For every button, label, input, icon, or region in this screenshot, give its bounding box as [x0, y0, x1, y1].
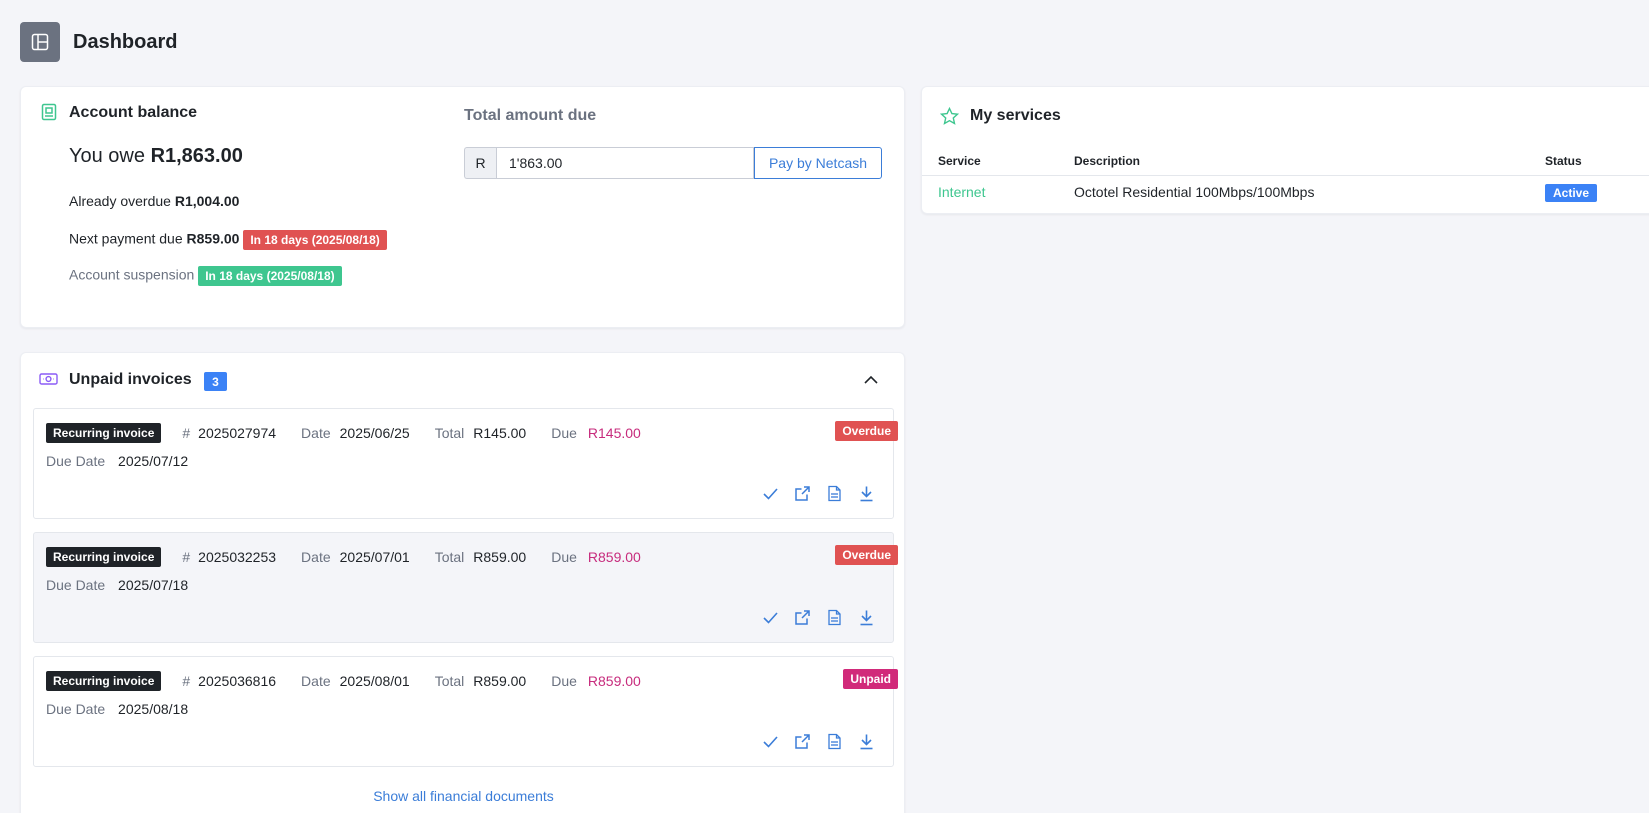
owe-prefix: You owe — [69, 145, 145, 167]
table-row: Internet Octotel Residential 100Mbps/100… — [922, 176, 1649, 208]
invoice-due-date: 2025/08/18 — [118, 701, 189, 717]
account-balance-card: Account balance You owe R1,863.00 Alread… — [20, 86, 905, 328]
total-amount-due-label: Total amount due — [464, 107, 597, 124]
invoice-due-amount: R859.00 — [587, 549, 641, 565]
pdf-icon[interactable] — [826, 485, 843, 502]
money-icon — [39, 372, 58, 391]
suspension-line: Account suspension In 18 days (2025/08/1… — [69, 266, 342, 286]
column-header-service: Service — [938, 154, 981, 168]
amount-owed: You owe R1,863.00 — [69, 145, 243, 168]
invoice-total: R859.00 — [473, 673, 527, 689]
service-status-badge: Active — [1545, 184, 1598, 202]
external-link-icon[interactable] — [794, 485, 811, 502]
external-link-icon[interactable] — [794, 733, 811, 750]
overdue-label: Already overdue — [69, 193, 171, 209]
pdf-icon[interactable] — [826, 609, 843, 626]
currency-prefix: R — [464, 147, 496, 179]
invoice-total-label: Total — [434, 673, 465, 689]
invoice-due-date-label: Due Date — [46, 701, 106, 717]
service-link[interactable]: Internet — [938, 184, 985, 200]
suspension-badge: In 18 days (2025/08/18) — [198, 266, 342, 286]
invoice-due-amount: R145.00 — [587, 425, 641, 441]
invoice-row: Recurring invoice # 2025036816 Date 2025… — [33, 656, 898, 767]
invoice-total-label: Total — [434, 549, 465, 565]
invoice-due-date: 2025/07/18 — [118, 577, 189, 593]
pdf-icon[interactable] — [826, 733, 843, 750]
invoice-count-badge: 3 — [204, 372, 227, 391]
invoice-actions — [762, 485, 875, 502]
invoice-actions — [762, 609, 875, 626]
table-header: Service Description Status — [922, 144, 1649, 176]
next-payment-label: Next payment due — [69, 230, 183, 247]
page-header: Dashboard — [20, 22, 177, 62]
external-link-icon[interactable] — [794, 609, 811, 626]
column-header-description: Description — [1074, 154, 1141, 168]
invoice-total: R859.00 — [473, 549, 527, 565]
service-description: Octotel Residential 100Mbps/100Mbps — [1074, 184, 1315, 200]
download-icon[interactable] — [858, 609, 875, 626]
amount-input[interactable] — [496, 147, 754, 179]
next-payment-line: Next payment due R859.00 In 18 days (202… — [69, 230, 387, 250]
owe-amount: R1,863.00 — [150, 145, 243, 167]
invoice-due-date-label: Due Date — [46, 453, 106, 469]
my-services-title: My services — [970, 107, 1061, 124]
download-icon[interactable] — [858, 733, 875, 750]
next-payment-badge: In 18 days (2025/08/18) — [243, 230, 387, 250]
unpaid-invoices-title: Unpaid invoices — [69, 371, 192, 388]
invoice-type-badge: Recurring invoice — [46, 671, 162, 691]
unpaid-invoices-card: Unpaid invoices 3 Recurring invoice # 20… — [20, 352, 905, 813]
invoice-date: 2025/06/25 — [339, 425, 410, 441]
column-header-status: Status — [1545, 154, 1582, 168]
invoice-number: 2025032253 — [198, 549, 277, 565]
invoice-total: R145.00 — [473, 425, 527, 441]
invoice-date: 2025/07/01 — [339, 549, 410, 565]
invoice-row: Recurring invoice # 2025027974 Date 2025… — [33, 408, 898, 519]
invoice-number-label: # — [182, 673, 191, 689]
invoice-due-label: Due — [551, 673, 577, 689]
invoice-number-label: # — [182, 549, 191, 565]
invoice-status-badge: Overdue — [835, 545, 898, 565]
invoice-date-label: Date — [301, 549, 331, 565]
dashboard-icon — [20, 22, 60, 62]
wallet-icon — [41, 103, 57, 126]
invoice-status-badge: Overdue — [835, 421, 898, 441]
invoice-total-label: Total — [434, 425, 465, 441]
invoice-date-label: Date — [301, 673, 331, 689]
download-icon[interactable] — [858, 485, 875, 502]
show-all-financial-documents-link[interactable]: Show all financial documents — [21, 788, 906, 804]
invoice-due-label: Due — [551, 425, 577, 441]
invoice-date-label: Date — [301, 425, 331, 441]
invoice-due-date-label: Due Date — [46, 577, 106, 593]
invoice-type-badge: Recurring invoice — [46, 547, 162, 567]
overdue-line: Already overdue R1,004.00 — [69, 193, 239, 209]
check-icon[interactable] — [762, 485, 779, 502]
page-title: Dashboard — [73, 30, 178, 53]
pay-by-netcash-button[interactable]: Pay by Netcash — [754, 147, 882, 179]
payment-group: R Pay by Netcash — [464, 147, 882, 179]
star-icon — [939, 106, 960, 130]
check-icon[interactable] — [762, 609, 779, 626]
invoice-number: 2025036816 — [198, 673, 277, 689]
invoice-type-badge: Recurring invoice — [46, 423, 162, 443]
overdue-amount: R1,004.00 — [174, 193, 240, 209]
invoice-actions — [762, 733, 875, 750]
invoice-due-label: Due — [551, 549, 577, 565]
next-payment-amount: R859.00 — [186, 230, 240, 247]
account-balance-title: Account balance — [69, 104, 198, 121]
my-services-card: My services Service Description Status I… — [921, 86, 1649, 214]
services-table: Service Description Status Internet Octo… — [922, 144, 1649, 208]
invoice-due-date: 2025/07/12 — [118, 453, 189, 469]
check-icon[interactable] — [762, 733, 779, 750]
chevron-up-icon[interactable] — [863, 372, 879, 390]
invoice-row: Recurring invoice # 2025032253 Date 2025… — [33, 532, 898, 643]
suspension-label: Account suspension — [69, 266, 195, 283]
invoice-due-amount: R859.00 — [587, 673, 641, 689]
invoice-number-label: # — [182, 425, 191, 441]
invoice-status-badge: Unpaid — [843, 669, 898, 689]
invoice-number: 2025027974 — [198, 425, 277, 441]
invoice-date: 2025/08/01 — [339, 673, 410, 689]
